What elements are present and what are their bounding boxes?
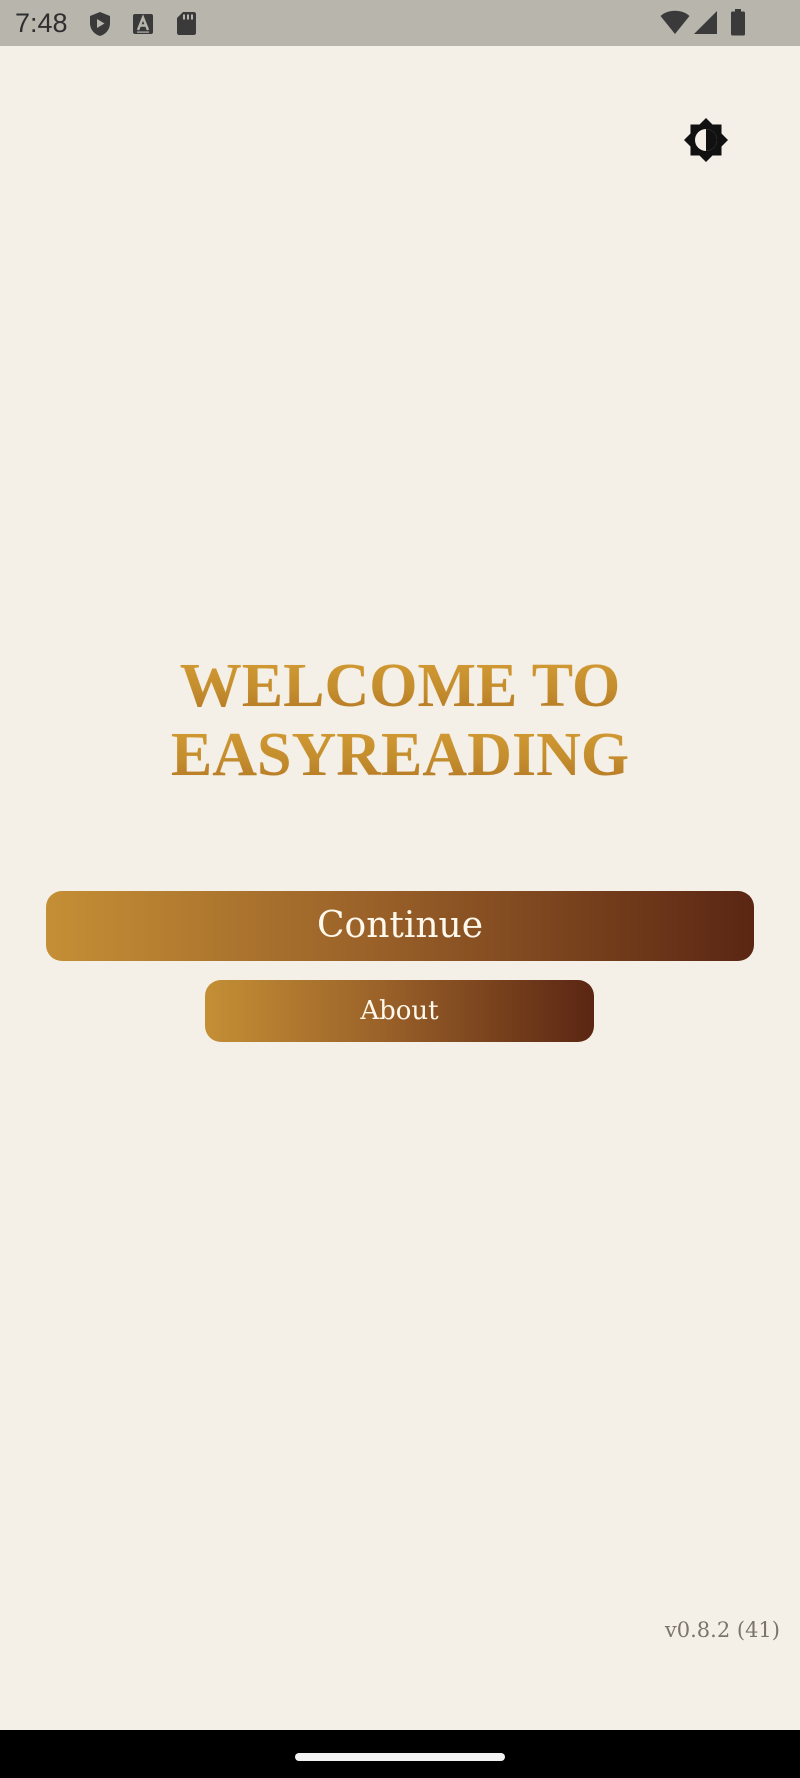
battery-icon: [731, 9, 745, 36]
welcome-title-line-2: EASYREADING: [0, 721, 800, 789]
welcome-title-line-1: WELCOME TO: [0, 652, 800, 720]
signal-icon: [694, 11, 717, 34]
text-a-icon: [133, 14, 153, 34]
home-gesture-handle[interactable]: [295, 1753, 505, 1761]
sd-card-icon: [177, 12, 196, 35]
shield-icon: [90, 12, 110, 36]
version-label: v0.8.2 (41): [664, 1618, 780, 1642]
about-button[interactable]: About: [205, 980, 594, 1042]
status-bar: 7:48: [0, 0, 800, 46]
continue-button[interactable]: Continue: [46, 891, 754, 961]
app-screen: [0, 46, 800, 1730]
wifi-icon: [660, 10, 690, 35]
theme-toggle-button[interactable]: [682, 116, 730, 164]
status-time: 7:48: [15, 8, 68, 38]
brightness-contrast-icon: [684, 118, 728, 162]
